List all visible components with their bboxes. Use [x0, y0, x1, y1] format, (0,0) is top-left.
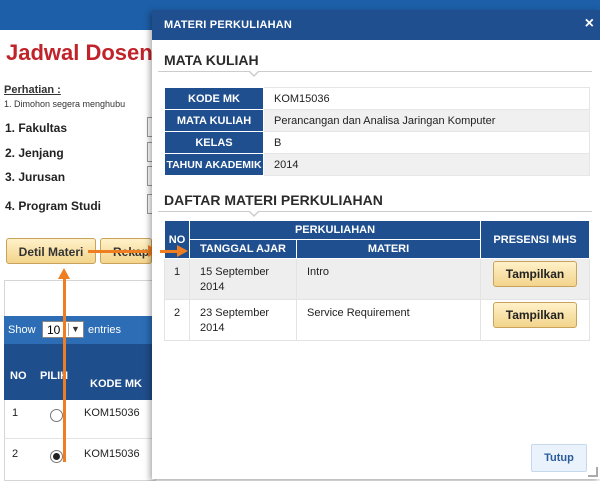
info-row-kelas: KELAS B [164, 131, 590, 154]
info-label-kelas: KELAS [164, 131, 264, 154]
row-kode-mk: KOM15036 [84, 407, 140, 419]
col-header-kode-mk: KODE MK [90, 378, 142, 390]
filter-label-jenjang: 2. Jenjang [5, 146, 64, 160]
col-header-no: NO [10, 370, 27, 382]
section-divider-notch [248, 70, 260, 77]
table-row: 1 KOM15036 [4, 400, 154, 439]
materi-tanggal: 15 September 2014 [189, 258, 297, 300]
materi-no: 1 [164, 258, 190, 300]
perhatian-label: Perhatian : [4, 84, 61, 96]
info-value-tahun-akademik: 2014 [263, 153, 590, 176]
materi-no: 2 [164, 299, 190, 341]
section-divider [158, 71, 592, 72]
entries-select-value: 10 [47, 323, 61, 337]
course-table-header: NO PILIH KODE MK [4, 344, 154, 400]
tampilkan-button[interactable]: Tampilkan [493, 302, 577, 328]
tutup-button[interactable]: Tutup [531, 444, 587, 472]
dialog-title: MATERI PERKULIAHAN [164, 19, 293, 31]
materi-perkuliahan-dialog: MATERI PERKULIAHAN × MATA KULIAH KODE MK… [152, 10, 600, 479]
col-header-presensi: PRESENSI MHS [480, 220, 590, 259]
filter-label-program-studi: 4. Program Studi [5, 199, 102, 213]
resize-grip-icon[interactable] [588, 467, 598, 477]
materi-header-row: NO PERKULIAHAN PRESENSI MHS [164, 220, 590, 259]
row-no: 2 [12, 448, 19, 460]
materi-no-text: 1 [173, 266, 181, 278]
materi-materi-text: Service Requirement [307, 307, 410, 319]
chevron-down-icon: ▼ [68, 323, 82, 336]
materi-presensi: Tampilkan [480, 299, 590, 341]
annotation-arrow-line [88, 250, 150, 253]
row-select-radio-checked[interactable] [50, 450, 63, 463]
detil-materi-button[interactable]: Detil Materi [6, 238, 96, 264]
materi-materi-text: Intro [307, 266, 330, 278]
filter-label-fakultas: 1. Fakultas [5, 121, 68, 135]
show-label: Show [8, 324, 36, 336]
daftar-materi-table: NO PERKULIAHAN PRESENSI MHS TANGGAL AJAR… [164, 220, 590, 341]
info-value-kode-mk: KOM15036 [263, 87, 590, 110]
col-header-tanggal-ajar: TANGGAL AJAR [189, 239, 297, 259]
info-value-kelas: B [263, 131, 590, 154]
materi-tanggal-text: 23 September 2014 [200, 307, 270, 334]
annotation-arrow-right-icon [177, 245, 188, 257]
section-divider-notch [248, 210, 260, 217]
info-value-mata-kuliah: Perancangan dan Analisa Jaringan Kompute… [263, 109, 590, 132]
section-title-mata-kuliah: MATA KULIAH [164, 52, 259, 68]
show-entries-bar: Show 10 ▼ entries [4, 316, 154, 344]
notice-text: 1. Dimohon segera menghubu [4, 99, 126, 109]
row-no: 1 [12, 407, 19, 419]
row-kode-mk: KOM15036 [84, 448, 140, 460]
tampilkan-button[interactable]: Tampilkan [493, 261, 577, 287]
materi-materi: Intro [296, 258, 481, 300]
materi-tanggal-text: 15 September 2014 [200, 266, 270, 293]
col-header-materi: MATERI [296, 239, 481, 259]
materi-presensi: Tampilkan [480, 258, 590, 300]
materi-tanggal: 23 September 2014 [189, 299, 297, 341]
table-row: 1 15 September 2014 Intro Tampilkan [164, 258, 590, 300]
info-label-tahun-akademik: TAHUN AKADEMIK [164, 153, 264, 176]
dialog-header: MATERI PERKULIAHAN × [152, 10, 600, 40]
info-row-tahun-akademik: TAHUN AKADEMIK 2014 [164, 153, 590, 176]
page-title: Jadwal Dosen [6, 40, 153, 65]
table-row: 2 KOM15036 [4, 440, 154, 478]
annotation-arrow-line [63, 278, 66, 462]
section-title-daftar-materi: DAFTAR MATERI PERKULIAHAN [164, 192, 383, 208]
filter-label-jurusan: 3. Jurusan [5, 170, 66, 184]
materi-materi: Service Requirement [296, 299, 481, 341]
col-header-perkuliahan: PERKULIAHAN [189, 220, 481, 240]
section-divider [158, 211, 592, 212]
mata-kuliah-info-table: KODE MK KOM15036 MATA KULIAH Perancangan… [164, 87, 590, 176]
materi-no-text: 2 [173, 307, 181, 319]
table-row: 2 23 September 2014 Service Requirement … [164, 299, 590, 341]
info-label-mata-kuliah: MATA KULIAH [164, 109, 264, 132]
row-select-radio[interactable] [50, 409, 63, 422]
close-icon[interactable]: × [585, 16, 594, 32]
info-row-kode-mk: KODE MK KOM15036 [164, 87, 590, 110]
entries-label: entries [88, 324, 122, 336]
info-label-kode-mk: KODE MK [164, 87, 264, 110]
info-row-mata-kuliah: MATA KULIAH Perancangan dan Analisa Jari… [164, 109, 590, 132]
